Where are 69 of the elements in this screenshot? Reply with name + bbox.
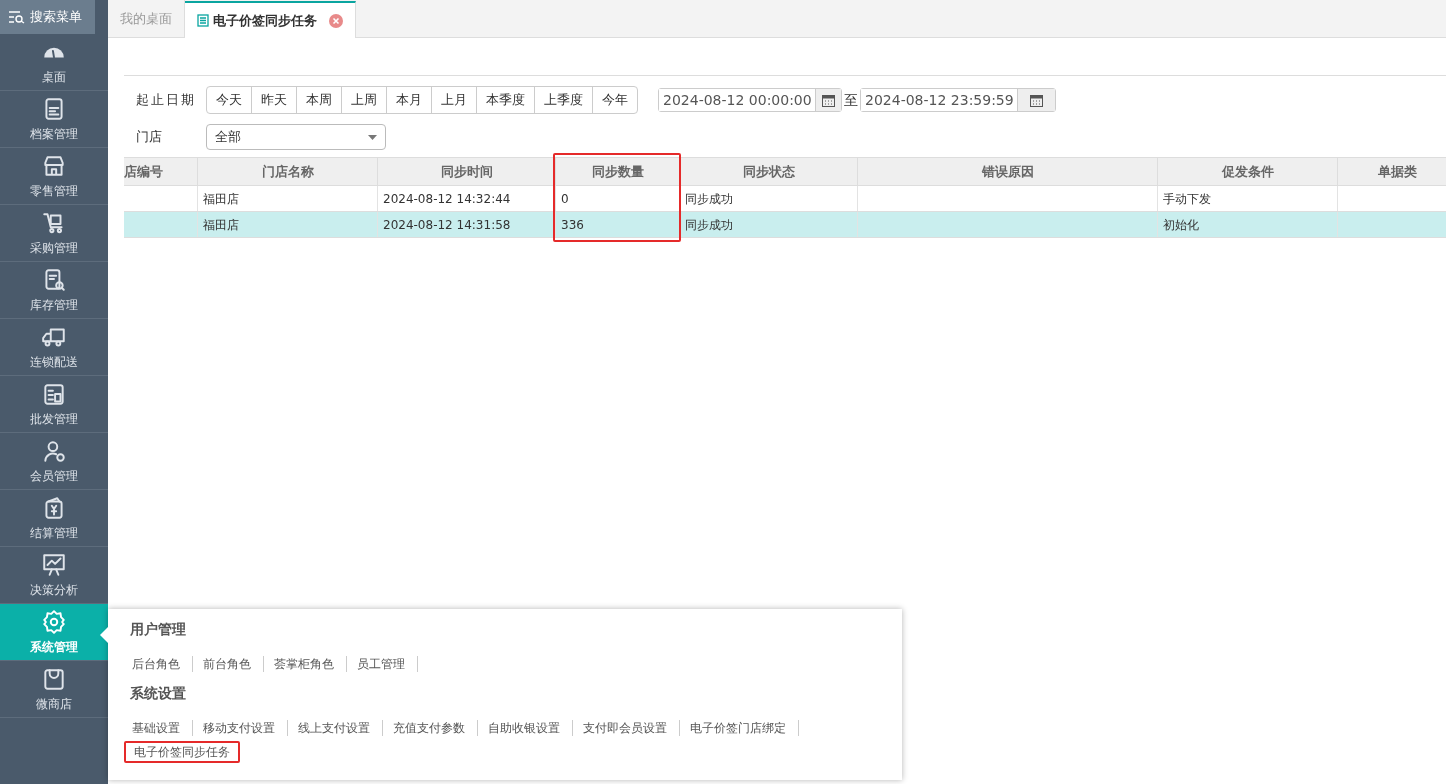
table-cell: 手动下发 — [1158, 186, 1338, 211]
table-cell: 福田店 — [198, 186, 378, 211]
quick-range-button[interactable]: 今年 — [592, 87, 637, 113]
menu-link[interactable]: 电子价签同步任务 — [124, 741, 240, 763]
tab[interactable]: 电子价签同步任务 — [185, 1, 356, 38]
table-cell: 0 — [556, 186, 680, 211]
quick-range-button[interactable]: 上月 — [431, 87, 476, 113]
quick-range-button[interactable]: 今天 — [207, 87, 251, 113]
search-menu-button[interactable]: 搜索菜单 — [0, 0, 95, 34]
sidebar-item[interactable]: 批发管理 — [0, 376, 108, 433]
column-header: 错误原因 — [858, 158, 1158, 185]
column-header: 同步数量 — [556, 158, 680, 185]
menu-link[interactable]: 电子价签门店绑定 — [682, 717, 794, 739]
quick-range-button[interactable]: 上季度 — [534, 87, 592, 113]
column-header: 店编号 — [124, 158, 198, 185]
table-row[interactable]: 福田店 2024-08-12 14:31:58 336 同步成功 初始化 — [124, 212, 1446, 238]
calendar-button[interactable] — [1017, 89, 1055, 111]
quick-range-button[interactable]: 上周 — [341, 87, 386, 113]
settings-icon — [41, 608, 67, 635]
column-header: 门店名称 — [198, 158, 378, 185]
sidebar-item[interactable]: 档案管理 — [0, 91, 108, 148]
table-cell: 2024-08-12 14:31:58 — [378, 212, 556, 237]
document-icon — [197, 14, 209, 27]
column-header: 同步时间 — [378, 158, 556, 185]
menu-link[interactable]: 基础设置 — [124, 717, 188, 739]
menu-section-title: 系统设置 — [130, 684, 187, 703]
store-label: 门店 — [136, 128, 163, 147]
sidebar-item[interactable]: 零售管理 — [0, 148, 108, 205]
table-cell: 336 — [556, 212, 680, 237]
column-header: 同步状态 — [680, 158, 858, 185]
table-row[interactable]: 福田店 2024-08-12 14:32:44 0 同步成功 手动下发 — [124, 186, 1446, 212]
store-select[interactable]: 全部 — [206, 124, 386, 150]
column-header: 促发条件 — [1158, 158, 1338, 185]
menu-link[interactable]: 员工管理 — [349, 653, 413, 675]
table-cell: 初始化 — [1158, 212, 1338, 237]
range-separator: 至 — [844, 90, 858, 110]
sidebar-item[interactable]: 连锁配送 — [0, 319, 108, 376]
quick-range-button[interactable]: 本季度 — [476, 87, 534, 113]
calendar-icon — [1030, 93, 1043, 107]
quick-range-button[interactable]: 本周 — [296, 87, 341, 113]
start-date-field[interactable]: 2024-08-12 00:00:00 — [658, 88, 842, 112]
menu-link[interactable]: 自助收银设置 — [480, 717, 568, 739]
end-date-field[interactable]: 2024-08-12 23:59:59 — [860, 88, 1056, 112]
sidebar-item[interactable]: 库存管理 — [0, 262, 108, 319]
sidebar-item[interactable]: 采购管理 — [0, 205, 108, 262]
sidebar-item[interactable]: 结算管理 — [0, 490, 108, 547]
menu-link[interactable]: 前台角色 — [195, 653, 259, 675]
quick-range-button[interactable]: 本月 — [386, 87, 431, 113]
quick-range-button[interactable]: 昨天 — [251, 87, 296, 113]
sidebar-item[interactable]: 会员管理 — [0, 433, 108, 490]
menu-link[interactable]: 移动支付设置 — [195, 717, 283, 739]
menu-link[interactable]: 线上支付设置 — [290, 717, 378, 739]
table-cell: 2024-08-12 14:32:44 — [378, 186, 556, 211]
sidebar-item[interactable]: 桌面 — [0, 34, 108, 91]
table-cell: 同步成功 — [680, 212, 858, 237]
table-cell: 福田店 — [198, 212, 378, 237]
menu-link[interactable]: 支付即会员设置 — [575, 717, 675, 739]
menu-link[interactable]: 荟掌柜角色 — [266, 653, 342, 675]
presentation-chart-icon — [41, 551, 67, 578]
date-range-label: 起止日期 — [136, 91, 197, 110]
dropdown-caret-icon — [368, 134, 377, 140]
calendar-button[interactable] — [815, 89, 841, 111]
menu-link[interactable]: 后台角色 — [124, 653, 188, 675]
table-cell: 同步成功 — [680, 186, 858, 211]
calendar-icon — [822, 93, 835, 107]
menu-link[interactable]: 充值支付参数 — [385, 717, 473, 739]
search-list-icon — [8, 10, 26, 24]
column-header: 单据类 — [1338, 158, 1446, 185]
menu-section-title: 用户管理 — [130, 620, 187, 639]
